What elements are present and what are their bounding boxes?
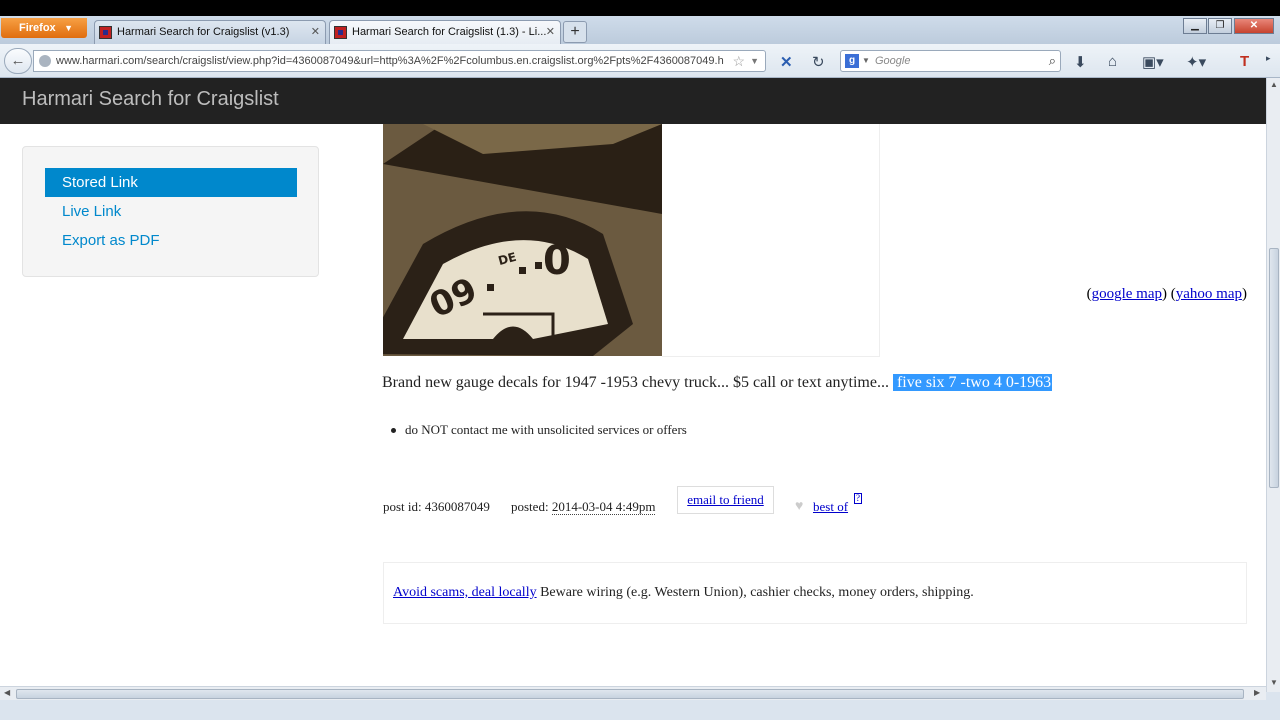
page-content: Stored Link Live Link Export as PDF 09 D… xyxy=(0,124,1266,692)
vertical-scrollbar[interactable]: ▲ ▼ xyxy=(1266,78,1280,692)
horizontal-scrollbar[interactable]: ◀ ▶ xyxy=(0,686,1266,700)
post-id: post id: 4360087049 xyxy=(383,499,490,514)
scroll-down-icon[interactable]: ▼ xyxy=(1270,678,1278,687)
addon-icon[interactable]: ✦▾ xyxy=(1186,53,1206,71)
notice-item: do NOT contact me with unsolicited servi… xyxy=(391,422,687,437)
best-of-link[interactable]: best of xyxy=(813,499,848,515)
photo-frame xyxy=(662,124,880,357)
sidebar-item-live-link[interactable]: Live Link xyxy=(45,197,297,226)
stop-icon[interactable]: ✕ xyxy=(780,53,793,71)
close-tab-icon[interactable]: ✕ xyxy=(546,21,555,43)
close-tab-icon[interactable]: ✕ xyxy=(311,21,320,43)
yahoo-map-link[interactable]: yahoo map xyxy=(1176,286,1242,302)
sidebar-item-stored-link[interactable]: Stored Link xyxy=(45,168,297,197)
url-history-dropdown-icon[interactable]: ▼ xyxy=(750,51,759,71)
firefox-menu-button[interactable]: Firefox ▼ xyxy=(1,18,87,38)
browser-window: Firefox ▼ Harmari Search for Craigslist … xyxy=(0,16,1280,720)
map-paren-close: ) xyxy=(1242,286,1247,302)
url-bar[interactable]: www.harmari.com/search/craigslist/view.p… xyxy=(33,50,766,72)
tab-strip: Firefox ▼ Harmari Search for Craigslist … xyxy=(0,16,1280,44)
engine-dropdown-icon[interactable]: ▼ xyxy=(862,51,870,71)
screenshot-addon-icon[interactable]: ▣▾ xyxy=(1142,53,1164,71)
scroll-right-icon[interactable]: ▶ xyxy=(1254,688,1260,697)
gauge-number: 0 xyxy=(543,238,571,284)
scam-warning: Avoid scams, deal locally Beware wiring … xyxy=(383,562,1247,624)
bookmark-star-icon[interactable]: ☆ xyxy=(732,51,745,71)
harmari-favicon-icon xyxy=(334,26,347,39)
map-links: (google map) (yahoo map) xyxy=(1087,286,1247,303)
new-tab-button[interactable]: + xyxy=(563,21,587,43)
horizontal-scroll-thumb[interactable] xyxy=(16,689,1244,699)
search-bar[interactable]: g ▼ Google ⌕ xyxy=(840,50,1061,72)
harmari-favicon-icon xyxy=(99,26,112,39)
reload-icon[interactable]: ↻ xyxy=(812,53,825,71)
posted-info: posted: 2014-03-04 4:49pm xyxy=(511,499,656,515)
posted-date: 2014-03-04 4:49pm xyxy=(551,499,656,515)
sidebar-item-export-pdf[interactable]: Export as PDF xyxy=(45,226,297,255)
back-button[interactable]: ← xyxy=(4,48,32,74)
gauge-decal-image: 09 DE 0 xyxy=(383,124,662,356)
globe-icon xyxy=(39,55,51,67)
minimize-button[interactable]: ▁ xyxy=(1183,18,1207,34)
maximize-button[interactable]: ❐ xyxy=(1208,18,1232,34)
google-engine-icon[interactable]: g xyxy=(845,54,859,68)
scroll-up-icon[interactable]: ▲ xyxy=(1270,80,1278,89)
tab-label: Harmari Search for Craigslist (v1.3) xyxy=(117,26,290,38)
home-icon[interactable]: ⌂ xyxy=(1108,53,1117,70)
email-to-friend-button[interactable]: email to friend xyxy=(677,486,774,514)
sidebar-nav: Stored Link Live Link Export as PDF xyxy=(22,146,319,277)
vertical-scroll-thumb[interactable] xyxy=(1269,248,1279,488)
listing-photo[interactable]: 09 DE 0 xyxy=(383,124,662,356)
tab-label: Harmari Search for Craigslist (1.3) - Li… xyxy=(352,26,547,38)
search-placeholder: Google xyxy=(875,55,911,67)
scam-warning-text: Beware wiring (e.g. Western Union), cash… xyxy=(540,585,974,600)
translate-addon-icon[interactable]: T xyxy=(1240,53,1249,70)
site-header: Harmari Search for Craigslist xyxy=(0,78,1266,124)
url-text: www.harmari.com/search/craigslist/view.p… xyxy=(56,55,724,67)
posting-body: Brand new gauge decals for 1947 -1953 ch… xyxy=(382,374,1053,392)
toolbar-overflow-icon[interactable]: ▸ xyxy=(1266,53,1271,64)
avoid-scams-link[interactable]: Avoid scams, deal locally xyxy=(393,585,537,600)
posted-label: posted: xyxy=(511,499,549,514)
chevron-down-icon: ▼ xyxy=(64,23,73,33)
search-icon[interactable]: ⌕ xyxy=(1049,51,1056,71)
google-map-link[interactable]: google map xyxy=(1092,286,1162,302)
posting-body-text: Brand new gauge decals for 1947 -1953 ch… xyxy=(382,374,889,391)
scroll-left-icon[interactable]: ◀ xyxy=(4,688,10,697)
help-link[interactable]: ? xyxy=(854,493,862,504)
heart-icon[interactable]: ♥ xyxy=(795,497,803,513)
map-paren-mid: ) ( xyxy=(1162,286,1176,302)
navigation-toolbar: ← www.harmari.com/search/craigslist/view… xyxy=(0,44,1280,78)
tab-harmari-v13[interactable]: Harmari Search for Craigslist (v1.3) ✕ xyxy=(94,20,326,44)
close-window-button[interactable]: ✕ xyxy=(1234,18,1274,34)
downloads-icon[interactable]: ⬇ xyxy=(1074,53,1087,71)
firefox-menu-label: Firefox xyxy=(19,22,56,34)
selected-text[interactable]: five six 7 -two 4 0-1963 xyxy=(892,374,1053,391)
site-brand[interactable]: Harmari Search for Craigslist xyxy=(22,88,279,111)
tab-harmari-live[interactable]: Harmari Search for Craigslist (1.3) - Li… xyxy=(329,20,561,44)
